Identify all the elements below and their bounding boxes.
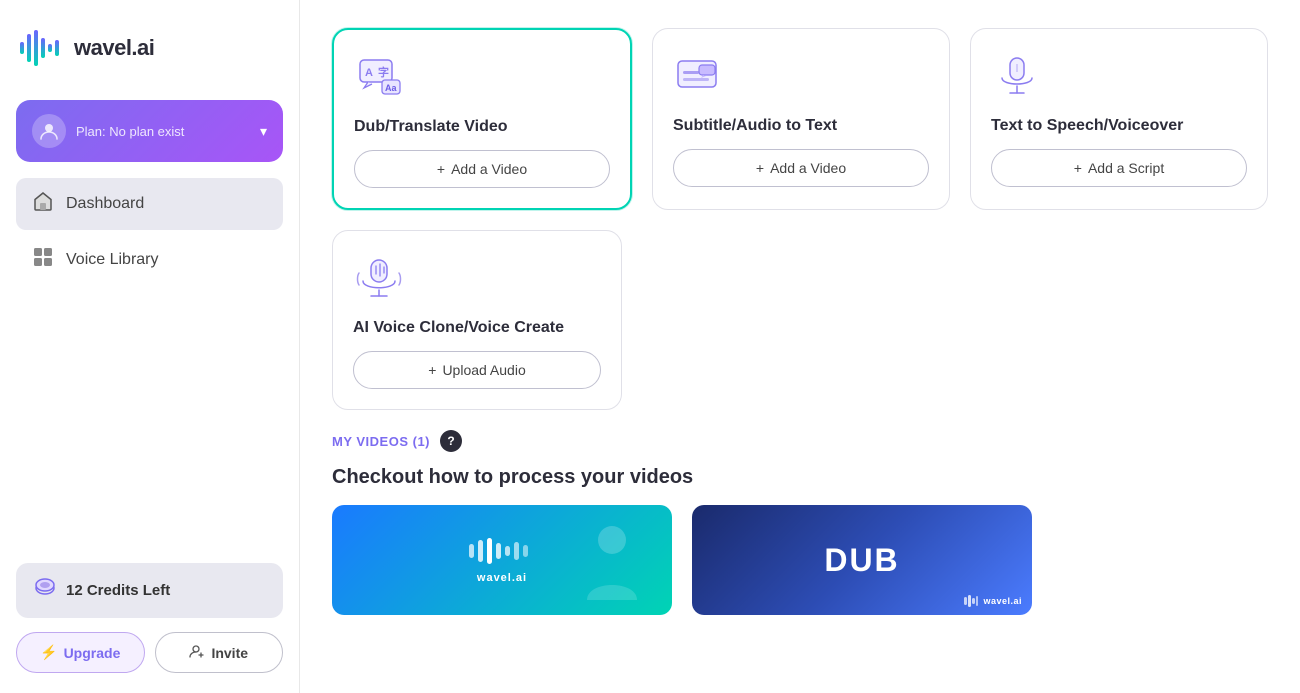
upgrade-label: Upgrade: [64, 645, 121, 661]
logo-icon: [16, 24, 64, 72]
voice-clone-icon: [353, 253, 405, 305]
svg-text:A: A: [365, 67, 373, 79]
feature-cards-row-2: AI Voice Clone/Voice Create + Upload Aud…: [332, 230, 1268, 410]
add-video-label-subtitle: Add a Video: [770, 160, 846, 176]
my-videos-section: MY VIDEOS (1) ? Checkout how to process …: [332, 430, 1268, 615]
credits-box[interactable]: 12 Credits Left: [16, 563, 283, 618]
add-script-label: Add a Script: [1088, 160, 1164, 176]
card-tts[interactable]: Text to Speech/Voiceover + Add a Script: [970, 28, 1268, 210]
grid-icon: [32, 246, 54, 274]
upload-audio-button[interactable]: + Upload Audio: [353, 351, 601, 389]
credits-text: 12 Credits Left: [66, 582, 170, 599]
card-voice-clone-title: AI Voice Clone/Voice Create: [353, 319, 601, 337]
upgrade-button[interactable]: ⚡ Upgrade: [16, 632, 145, 673]
checkout-heading: Checkout how to process your videos: [332, 466, 1268, 489]
avatar: [32, 114, 66, 148]
svg-text:Aa: Aa: [385, 83, 397, 93]
my-videos-header: MY VIDEOS (1) ?: [332, 430, 1268, 452]
feature-cards-row-1: A 字 Aa Dub/Translate Video + Add a Video: [332, 28, 1268, 210]
card-voice-clone[interactable]: AI Voice Clone/Voice Create + Upload Aud…: [332, 230, 622, 410]
add-video-button-dub[interactable]: + Add a Video: [354, 150, 610, 188]
chevron-down-icon: ▾: [260, 123, 267, 140]
card-dub-translate-title: Dub/Translate Video: [354, 118, 610, 136]
main-content: A 字 Aa Dub/Translate Video + Add a Video: [300, 0, 1300, 693]
credits-icon: [34, 577, 56, 604]
sidebar-nav: Dashboard Voice Library: [16, 178, 283, 290]
svg-text:字: 字: [378, 65, 389, 79]
invite-label: Invite: [211, 645, 248, 661]
plus-icon-4: +: [428, 362, 436, 378]
video-thumbnails: wavel.ai DUB: [332, 505, 1268, 615]
card-subtitle[interactable]: Subtitle/Audio to Text + Add a Video: [652, 28, 950, 210]
video-thumbnail-2[interactable]: DUB wavel.ai: [692, 505, 1032, 615]
invite-button[interactable]: Invite: [155, 632, 284, 673]
lightning-icon: ⚡: [40, 644, 57, 661]
tts-icon: [991, 51, 1043, 103]
user-plan-left: Plan: No plan exist: [32, 114, 184, 148]
sidebar-item-dashboard-label: Dashboard: [66, 195, 144, 213]
add-script-button[interactable]: + Add a Script: [991, 149, 1247, 187]
sidebar: wavel.ai Plan: No plan exist ▾ Dashboard: [0, 0, 300, 693]
dub-thumb-brand: wavel.ai: [983, 596, 1022, 606]
add-video-button-subtitle[interactable]: + Add a Video: [673, 149, 929, 187]
user-plan-box[interactable]: Plan: No plan exist ▾: [16, 100, 283, 162]
card-subtitle-title: Subtitle/Audio to Text: [673, 117, 929, 135]
card-dub-translate[interactable]: A 字 Aa Dub/Translate Video + Add a Video: [332, 28, 632, 210]
subtitle-icon: [673, 51, 725, 103]
plus-icon: +: [437, 161, 445, 177]
sidebar-item-voice-library[interactable]: Voice Library: [16, 234, 283, 286]
home-icon: [32, 190, 54, 218]
logo-text: wavel.ai: [74, 35, 154, 61]
sidebar-item-dashboard[interactable]: Dashboard: [16, 178, 283, 230]
dub-thumb-text: DUB: [824, 542, 899, 579]
video-thumbnail-1[interactable]: wavel.ai: [332, 505, 672, 615]
dub-icon: A 字 Aa: [354, 52, 406, 104]
bottom-buttons: ⚡ Upgrade Invite: [16, 632, 283, 673]
logo-area: wavel.ai: [16, 20, 283, 76]
person-add-icon: [189, 643, 205, 662]
plan-text: Plan: No plan exist: [76, 124, 184, 139]
add-video-label-dub: Add a Video: [451, 161, 527, 177]
my-videos-info-icon[interactable]: ?: [440, 430, 462, 452]
upload-audio-label: Upload Audio: [442, 362, 525, 378]
plus-icon-3: +: [1074, 160, 1082, 176]
plus-icon-2: +: [756, 160, 764, 176]
sidebar-item-voice-library-label: Voice Library: [66, 251, 159, 269]
card-tts-title: Text to Speech/Voiceover: [991, 117, 1247, 135]
my-videos-label: MY VIDEOS (1): [332, 434, 430, 449]
